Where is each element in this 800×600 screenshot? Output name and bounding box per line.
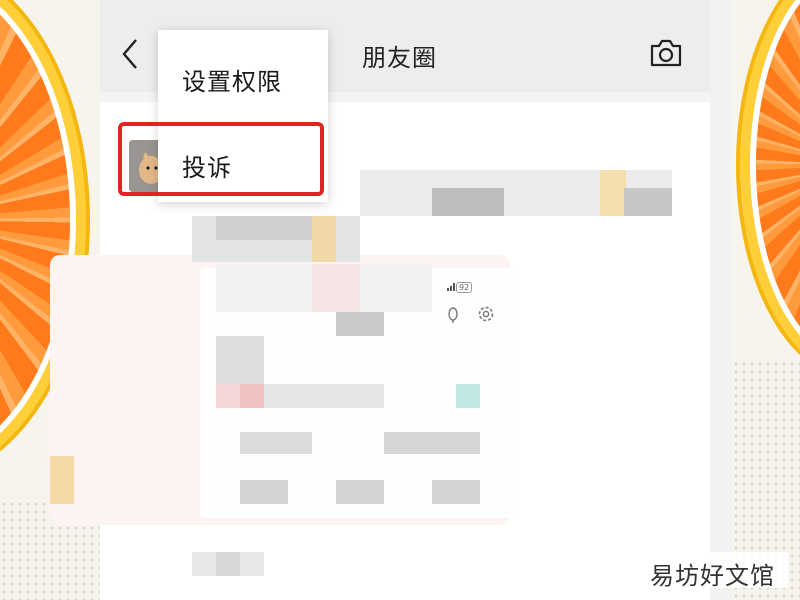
chevron-left-icon[interactable]	[118, 34, 142, 74]
watermark: 易坊好文馆	[640, 552, 788, 590]
red-highlight-box	[118, 122, 324, 196]
gear-icon	[478, 306, 494, 322]
battery-level: 92	[456, 282, 473, 293]
orange-slice-image	[756, 0, 800, 360]
microphone-icon	[448, 307, 458, 323]
page-title: 朋友圈	[362, 44, 437, 72]
camera-icon[interactable]	[649, 38, 683, 68]
watermark-text: 易坊好文馆	[650, 562, 775, 590]
menu-item-label: 设置权限	[182, 68, 282, 96]
background-right	[732, 0, 800, 600]
signal-icon	[447, 283, 455, 291]
menu-item-set-permissions[interactable]: 设置权限	[158, 46, 328, 106]
